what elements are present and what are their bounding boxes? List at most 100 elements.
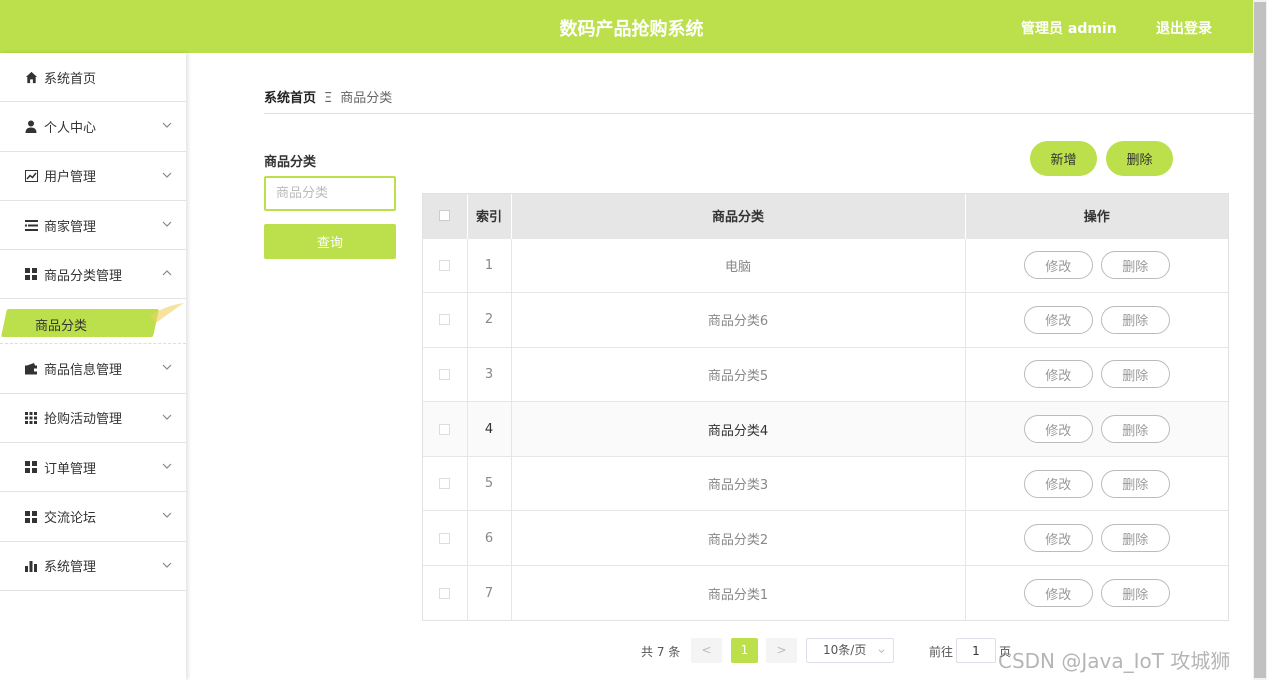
delete-button[interactable]: 删除 (1100, 524, 1170, 553)
row-index: 4 (467, 401, 512, 457)
row-checkbox[interactable] (439, 259, 451, 271)
sidebar-item-label: 订单管理 (44, 461, 97, 477)
chart-icon (24, 169, 38, 183)
grid-icon (24, 267, 38, 281)
edit-button[interactable]: 修改 (1023, 524, 1093, 553)
select-all-cell (423, 194, 468, 238)
wallet-icon (24, 362, 38, 376)
row-select-cell (423, 292, 468, 348)
sidebar-item-label: 商品分类管理 (44, 268, 123, 284)
sidebar-item-label: 交流论坛 (44, 511, 97, 527)
sidebar-item-label: 抢购活动管理 (44, 412, 123, 428)
query-button[interactable]: 查询 (264, 224, 396, 259)
delete-button[interactable]: 删除 (1100, 305, 1170, 334)
sidebar-item-category-management[interactable]: 商品分类管理 (0, 250, 186, 300)
sidebar-item-product-management[interactable]: 商品信息管理 (0, 344, 186, 394)
chevron-down-icon (162, 221, 172, 227)
logout-button[interactable]: 退出登录 (1156, 18, 1212, 38)
edit-button[interactable]: 修改 (1023, 469, 1093, 498)
row-actions: 修改 删除 (965, 510, 1228, 566)
table-row: 1 电脑 修改 删除 (423, 237, 1228, 293)
sidebar-submenu-category: 商品分类 (0, 299, 186, 345)
batch-delete-button[interactable]: 删除 (1106, 141, 1173, 176)
vertical-scrollbar[interactable] (1253, 0, 1267, 680)
scrollbar-thumb[interactable] (1254, 2, 1266, 678)
row-index: 7 (467, 565, 512, 621)
chevron-down-icon (878, 649, 885, 653)
select-all-checkbox[interactable] (439, 210, 451, 222)
delete-button[interactable]: 删除 (1100, 251, 1170, 280)
sidebar-item-label: 用户管理 (44, 170, 97, 186)
sidebar-item-flash-sale-management[interactable]: 抢购活动管理 (0, 394, 186, 444)
sidebar-item-forum[interactable]: 交流论坛 (0, 492, 186, 542)
row-select-cell (423, 510, 468, 566)
breadcrumb: 系统首页 Ξ 商品分类 (264, 87, 392, 106)
row-checkbox[interactable] (439, 314, 451, 326)
page-number-1[interactable]: 1 (731, 638, 758, 663)
sidebar-item-merchant-management[interactable]: 商家管理 (0, 201, 186, 251)
sidebar-item-label: 商品信息管理 (44, 363, 123, 379)
row-checkbox[interactable] (439, 423, 451, 435)
edit-button[interactable]: 修改 (1023, 251, 1093, 280)
chevron-down-icon (162, 512, 172, 519)
row-actions: 修改 删除 (965, 565, 1228, 621)
chevron-down-icon (162, 122, 172, 129)
breadcrumb-home[interactable]: 系统首页 (264, 91, 316, 106)
sidebar: 系统首页 个人中心 用户管理 商家管理 商品分类管理 商品分类 商品信息管理 抢… (0, 53, 186, 680)
row-category: 商品分类2 (511, 510, 966, 566)
category-table: 索引 商品分类 操作 1 电脑 修改 删除 2 商品分类6 修改 删除 3 商品分类5 修改 删除 4 商… (422, 193, 1229, 622)
delete-button[interactable]: 删除 (1100, 469, 1170, 498)
page-size-select[interactable]: 10条/页 (806, 638, 894, 663)
top-header: 数码产品抢购系统 管理员 admin 退出登录 (0, 0, 1253, 53)
row-select-cell (423, 237, 468, 293)
sidebar-item-user-management[interactable]: 用户管理 (0, 152, 186, 201)
add-button[interactable]: 新增 (1030, 141, 1097, 176)
table-row: 5 商品分类3 修改 删除 (423, 455, 1228, 511)
delete-button[interactable]: 删除 (1100, 579, 1170, 608)
sidebar-item-label: 个人中心 (44, 120, 97, 136)
row-select-cell (423, 455, 468, 511)
table-row: 6 商品分类2 修改 删除 (423, 510, 1228, 566)
sidebar-item-system-management[interactable]: 系统管理 (0, 542, 186, 591)
column-header-index: 索引 (467, 194, 512, 238)
grid-icon (24, 460, 38, 474)
row-checkbox[interactable] (439, 478, 451, 490)
row-checkbox[interactable] (439, 587, 451, 599)
chevron-down-icon (162, 172, 172, 178)
chevron-down-icon (162, 414, 172, 420)
prev-page-button[interactable]: < (691, 638, 722, 663)
category-search-input[interactable] (264, 176, 396, 211)
row-select-cell (423, 565, 468, 621)
edit-button[interactable]: 修改 (1023, 360, 1093, 389)
edit-button[interactable]: 修改 (1023, 579, 1093, 608)
row-index: 1 (467, 237, 512, 293)
row-category: 商品分类5 (511, 346, 966, 402)
row-actions: 修改 删除 (965, 292, 1228, 348)
edit-button[interactable]: 修改 (1023, 415, 1093, 444)
goto-page-input[interactable] (956, 638, 996, 663)
search-label: 商品分类 (264, 155, 317, 170)
list-icon (24, 218, 38, 232)
row-index: 6 (467, 510, 512, 566)
pagination-total: 共 7 条 (641, 645, 681, 659)
column-header-actions: 操作 (965, 194, 1228, 238)
delete-button[interactable]: 删除 (1100, 415, 1170, 444)
next-page-button[interactable]: > (766, 638, 797, 663)
delete-button[interactable]: 删除 (1100, 360, 1170, 389)
sidebar-subitem-category[interactable]: 商品分类 (35, 315, 87, 334)
row-category: 商品分类3 (511, 455, 966, 511)
row-checkbox[interactable] (439, 368, 451, 380)
table-row: 3 商品分类5 修改 删除 (423, 346, 1228, 402)
row-index: 2 (467, 292, 512, 348)
row-category: 商品分类1 (511, 565, 966, 621)
edit-button[interactable]: 修改 (1023, 305, 1093, 334)
sidebar-item-personal-center[interactable]: 个人中心 (0, 102, 186, 152)
chevron-down-icon (162, 365, 172, 371)
row-checkbox[interactable] (439, 532, 451, 544)
sidebar-item-label: 商家管理 (44, 219, 97, 235)
row-actions: 修改 删除 (965, 237, 1228, 293)
row-actions: 修改 删除 (965, 401, 1228, 457)
sidebar-item-home[interactable]: 系统首页 (0, 53, 186, 103)
sidebar-item-order-management[interactable]: 订单管理 (0, 443, 186, 493)
row-category: 电脑 (511, 237, 966, 293)
